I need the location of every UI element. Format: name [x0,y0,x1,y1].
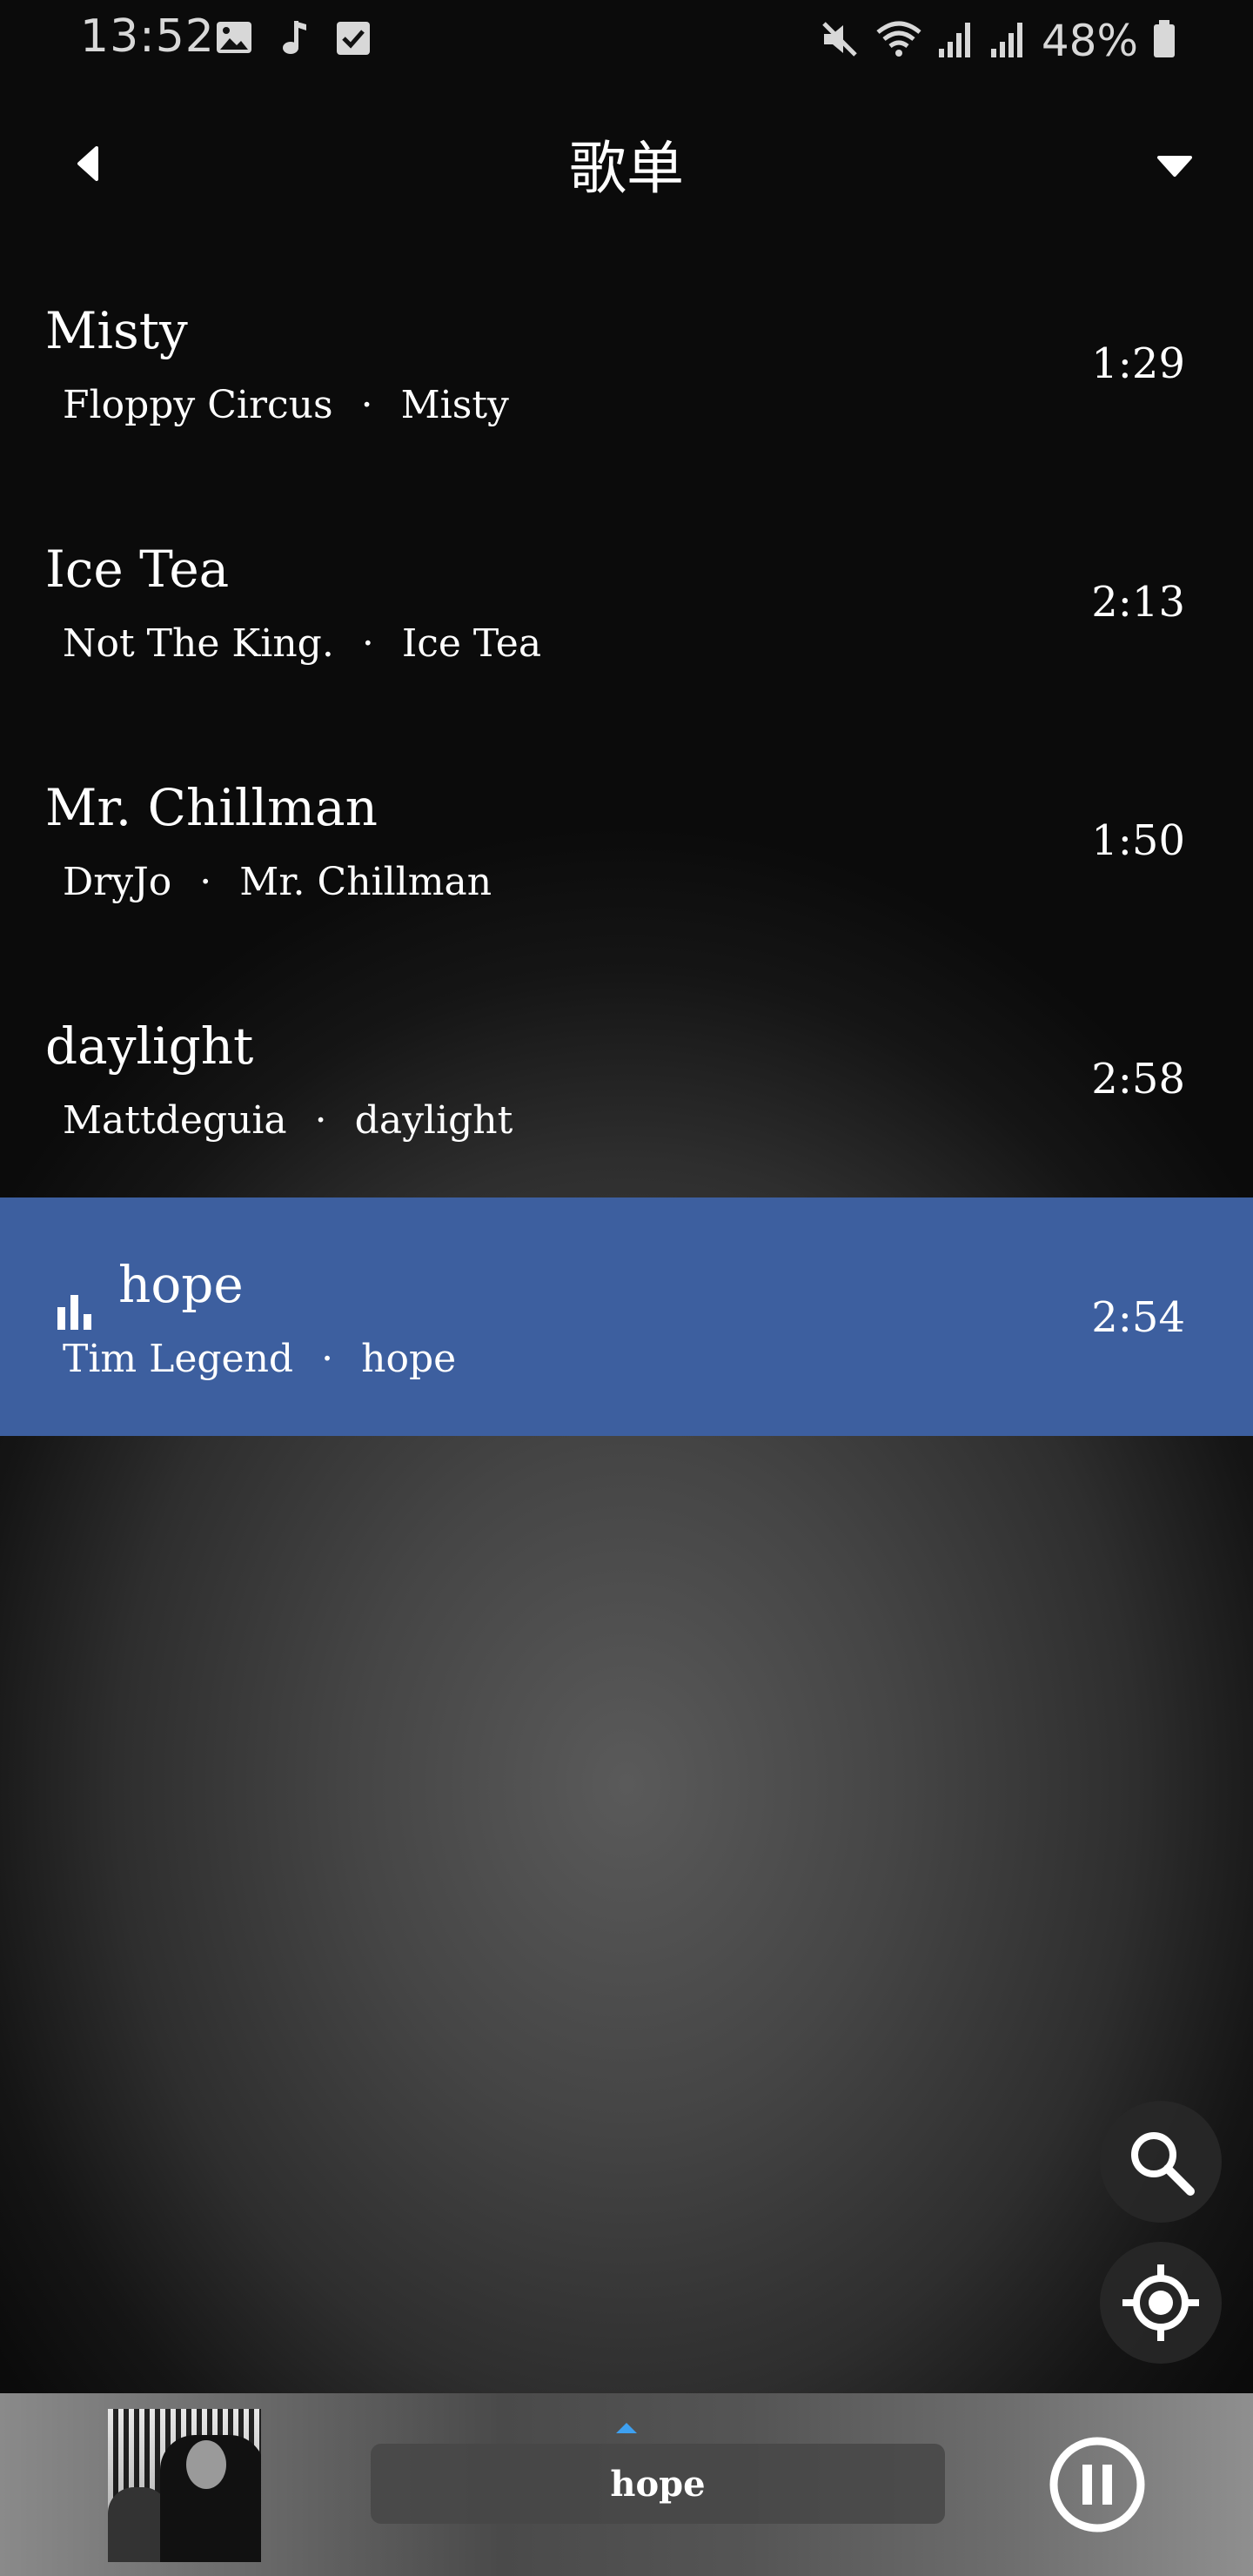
status-notification-icons [214,17,372,61]
now-playing-box[interactable]: hope [371,2444,945,2524]
page-title: 歌单 [569,135,684,202]
locate-current-song-button[interactable] [1100,2242,1222,2364]
song-meta: Tim Legend · hope [63,1337,456,1381]
equalizer-icon [57,1295,91,1330]
song-separator: · [360,383,373,427]
image-icon [214,17,254,61]
mute-icon [819,18,861,64]
mini-player: hope [0,2393,1253,2576]
song-row[interactable]: Misty Floppy Circus · Misty 1:29 [0,244,1253,482]
title-bar: 歌单 [0,104,1253,218]
signal-icon [989,19,1028,63]
battery-icon [1152,18,1176,64]
song-separator: · [199,860,212,904]
wifi-icon [874,18,923,64]
song-row-now-playing[interactable]: hope Tim Legend · hope 2:54 [0,1197,1253,1436]
dropdown-menu-button[interactable] [1149,139,1201,191]
status-time: 13:52 [80,10,215,63]
now-playing-title: hope [610,2463,706,2505]
song-title: Ice Tea [45,540,230,599]
song-row[interactable]: Mr. Chillman DryJo · Mr. Chillman 1:50 [0,721,1253,959]
song-album: Mr. Chillman [239,860,492,904]
song-separator: · [321,1337,334,1381]
song-artist: Not The King. [63,621,334,666]
pause-button[interactable] [1046,2433,1149,2536]
song-duration: 2:54 [1091,1293,1185,1342]
song-title: Misty [45,301,188,360]
song-album: hope [361,1337,457,1381]
song-meta: Floppy Circus · Misty [63,383,509,427]
song-row[interactable]: daylight Mattdeguia · daylight 2:58 [0,959,1253,1197]
song-separator: · [361,621,374,666]
song-duration: 2:13 [1091,578,1185,627]
status-bar: 13:52 48% [0,0,1253,78]
signal-icon [937,19,975,63]
song-list: Misty Floppy Circus · Misty 1:29 Ice Tea… [0,244,1253,1436]
song-meta: Not The King. · Ice Tea [63,621,541,666]
song-artist: Floppy Circus [63,383,333,427]
song-album: Misty [400,383,509,427]
song-meta: Mattdeguia · daylight [63,1098,513,1143]
song-meta: DryJo · Mr. Chillman [63,860,492,904]
song-row[interactable]: Ice Tea Not The King. · Ice Tea 2:13 [0,482,1253,721]
song-duration: 1:50 [1091,816,1185,865]
battery-percentage: 48% [1041,16,1138,66]
search-icon [1131,2132,1195,2196]
song-artist: DryJo [63,860,172,904]
song-album: daylight [354,1098,513,1143]
search-button[interactable] [1100,2101,1222,2223]
song-title: hope [118,1255,244,1314]
song-title: Mr. Chillman [45,778,378,837]
expand-up-icon[interactable] [614,2421,639,2435]
dropdown-icon [1157,156,1192,177]
locate-icon [1122,2264,1199,2341]
song-album: Ice Tea [401,621,542,666]
checkbox-icon [334,17,372,61]
song-title: daylight [45,1016,254,1076]
status-system-icons: 48% [819,16,1176,66]
album-art[interactable] [108,2409,261,2562]
music-note-icon [278,17,310,61]
song-artist: Mattdeguia [63,1098,287,1143]
song-artist: Tim Legend [63,1337,294,1381]
song-duration: 1:29 [1091,339,1185,388]
song-duration: 2:58 [1091,1055,1185,1104]
pause-icon [1049,2437,1145,2532]
song-separator: · [314,1098,327,1143]
